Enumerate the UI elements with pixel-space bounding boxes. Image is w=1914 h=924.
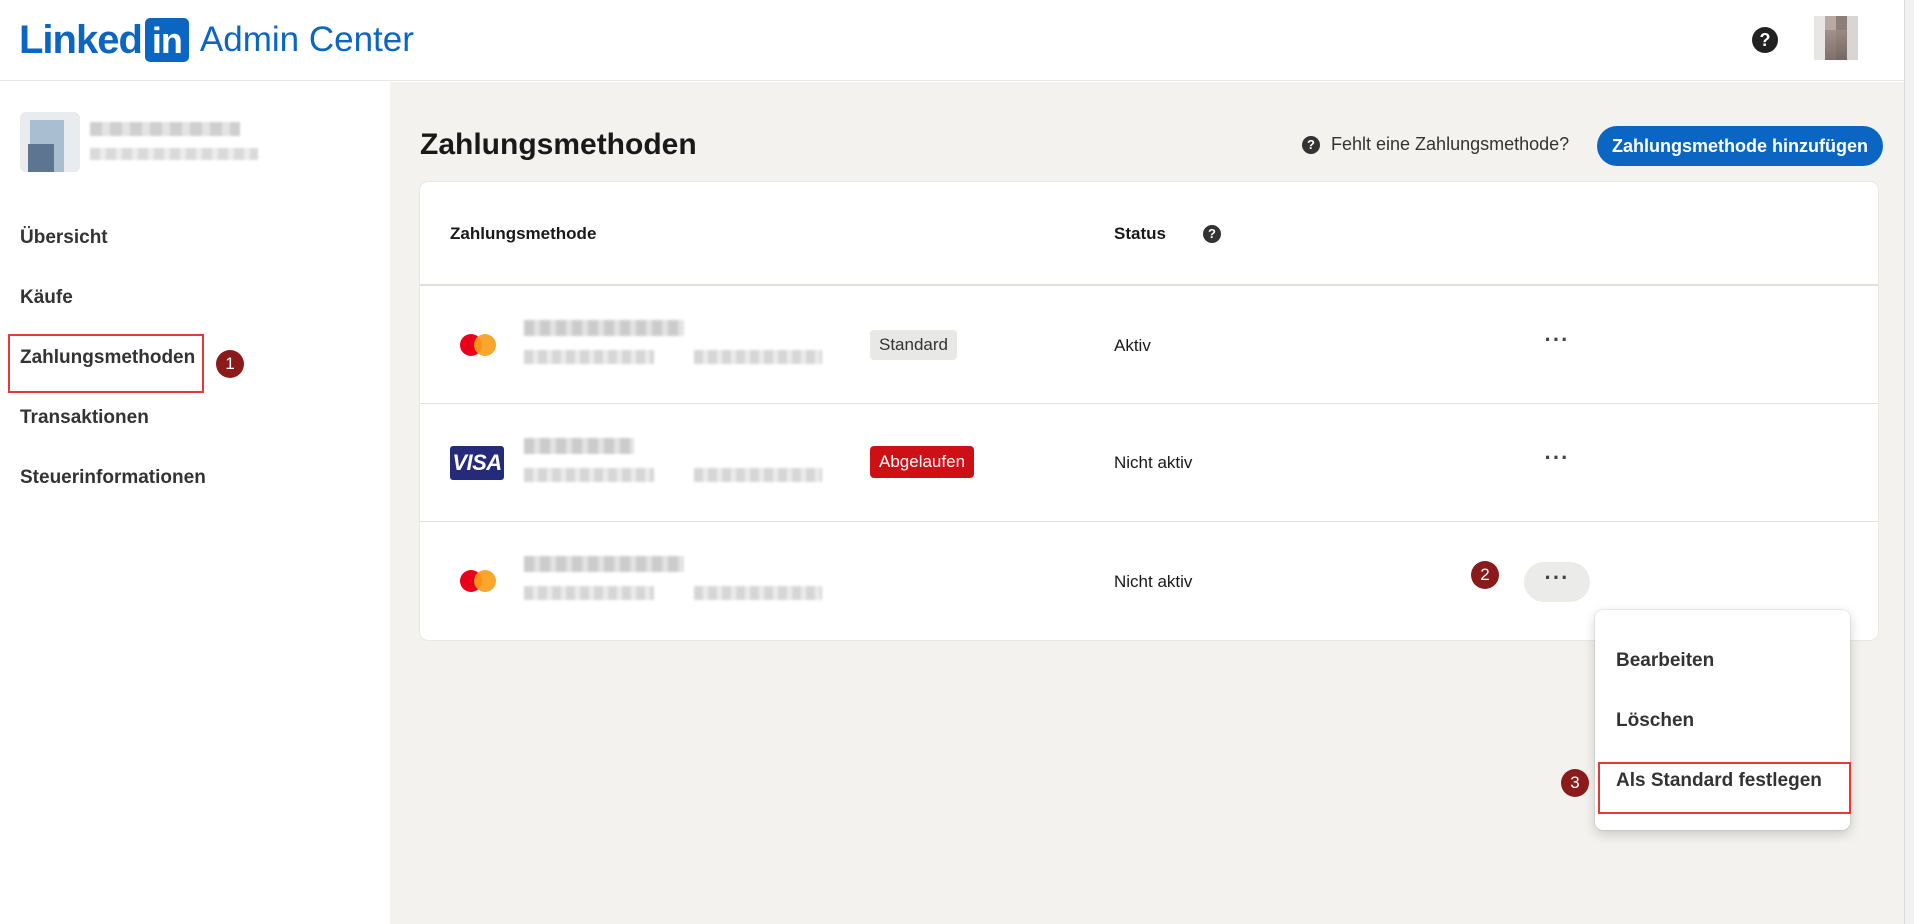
mastercard-icon — [460, 334, 496, 356]
sidebar: Übersicht Käufe Zahlungsmethoden 1 Trans… — [0, 82, 390, 924]
missing-payment-method-link[interactable]: ? Fehlt eine Zahlungsmethode? — [1302, 134, 1569, 155]
column-header-payment-method: Zahlungsmethode — [450, 224, 597, 243]
more-actions-button[interactable]: ··· — [1524, 442, 1590, 482]
question-circle-icon: ? — [1302, 135, 1320, 154]
mastercard-icon — [460, 570, 496, 592]
status-badge-standard: Standard — [870, 330, 957, 360]
sidebar-item-uebersicht[interactable]: Übersicht — [20, 226, 108, 250]
organization-name-blurred — [90, 122, 240, 136]
sidebar-item-zahlungsmethoden[interactable]: Zahlungsmethoden — [20, 346, 195, 370]
sidebar-item-kaeufe[interactable]: Käufe — [20, 286, 73, 310]
organization-logo — [20, 112, 80, 172]
scrollbar[interactable] — [1904, 0, 1914, 924]
top-header: Linked in Admin Center ? — [0, 0, 1904, 81]
status-help-icon[interactable]: ? — [1203, 225, 1221, 243]
missing-payment-method-text: Fehlt eine Zahlungsmethode? — [1331, 134, 1570, 154]
table-row: Standard Aktiv ··· — [420, 284, 1878, 402]
card-expiry-blurred — [694, 586, 822, 600]
row-actions-menu: Bearbeiten Löschen Als Standard festlege… — [1595, 610, 1851, 830]
visa-icon: VISA — [450, 446, 504, 480]
card-detail-blurred — [524, 586, 654, 600]
card-name-blurred — [524, 438, 634, 454]
status-text: Aktiv — [1114, 336, 1151, 355]
status-text: Nicht aktiv — [1114, 572, 1193, 591]
linkedin-logo[interactable]: Linked in Admin Center — [19, 18, 414, 62]
status-text: Nicht aktiv — [1114, 453, 1193, 472]
card-expiry-blurred — [694, 468, 822, 482]
payment-methods-table: Zahlungsmethode Status ? Standard Aktiv … — [420, 182, 1878, 640]
card-name-blurred — [524, 320, 684, 336]
menu-item-bearbeiten[interactable]: Bearbeiten — [1616, 650, 1714, 672]
step-badge-2: 2 — [1471, 561, 1499, 589]
step-badge-3: 3 — [1561, 769, 1589, 797]
column-header-status: Status — [1114, 224, 1166, 243]
sidebar-item-transaktionen[interactable]: Transaktionen — [20, 406, 149, 430]
card-detail-blurred — [524, 350, 654, 364]
page-title: Zahlungsmethoden — [420, 128, 697, 161]
avatar[interactable] — [1814, 16, 1858, 60]
more-actions-button[interactable]: ··· — [1524, 562, 1590, 602]
card-detail-blurred — [524, 468, 654, 482]
app-name: Admin Center — [199, 20, 414, 59]
add-payment-method-button[interactable]: Zahlungsmethode hinzufügen — [1597, 126, 1883, 166]
question-circle-icon[interactable]: ? — [1752, 27, 1778, 53]
sidebar-item-steuerinformationen[interactable]: Steuerinformationen — [20, 466, 206, 490]
organization-subtitle-blurred — [90, 148, 258, 160]
logo-wordmark: Linked — [19, 18, 143, 62]
table-row: VISA Abgelaufen Nicht aktiv ··· — [420, 403, 1878, 521]
logo-in-mark: in — [144, 18, 189, 62]
more-actions-button[interactable]: ··· — [1524, 324, 1590, 364]
card-name-blurred — [524, 556, 684, 572]
card-expiry-blurred — [694, 350, 822, 364]
step-badge-1: 1 — [216, 350, 244, 378]
menu-item-loeschen[interactable]: Löschen — [1616, 710, 1694, 732]
status-badge-expired: Abgelaufen — [870, 446, 975, 478]
menu-item-als-standard-festlegen[interactable]: Als Standard festlegen — [1616, 770, 1822, 792]
